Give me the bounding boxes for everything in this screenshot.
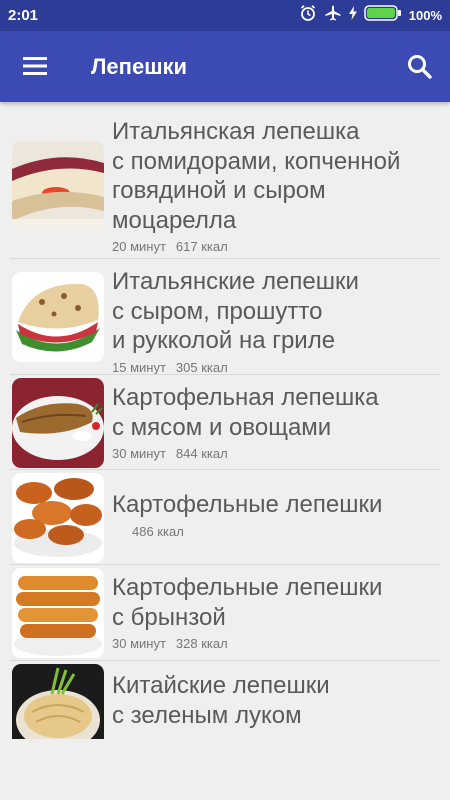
recipe-title: Картофельная лепешка с мясом и овощами xyxy=(112,384,379,441)
recipe-calories: 328 ккал xyxy=(175,636,228,651)
recipe-calories: 305 ккал xyxy=(175,359,228,375)
recipe-item[interactable]: Картофельная лепешка с мясом и овощами 3… xyxy=(0,375,450,470)
recipe-item[interactable]: Картофельные лепешки с брынзой 30 минут 3… xyxy=(0,565,450,661)
recipe-meta: 486 ккал xyxy=(112,524,442,539)
recipe-time: 20 минут xyxy=(112,239,166,254)
recipe-item[interactable]: Итальянская лепешка с помидорами, копчен… xyxy=(0,103,450,259)
page-title: Лепешки xyxy=(91,54,188,79)
potato-pancakes-photo xyxy=(12,473,104,563)
recipe-meta: 15 минут 305 ккал xyxy=(112,360,442,375)
recipe-calories: 617 ккал xyxy=(175,239,228,254)
recipe-title: Картофельные лепешки xyxy=(112,491,383,518)
app-bar: Лепешки xyxy=(0,31,450,102)
recipe-meta: 20 минут 617 ккал xyxy=(112,239,442,254)
status-time: 2:01 xyxy=(8,7,39,24)
recipe-time: 30 минут xyxy=(112,636,166,651)
potato-pancake-meat-photo xyxy=(12,378,104,468)
recipe-calories: 844 ккал xyxy=(175,446,228,461)
alarm-icon xyxy=(299,4,317,27)
menu-button[interactable] xyxy=(18,51,52,81)
hamburger-menu-icon xyxy=(18,57,52,85)
recipe-item[interactable]: Китайские лепешки с зеленым луком xyxy=(0,661,450,739)
recipe-meta xyxy=(112,734,442,739)
recipe-time: 30 минут xyxy=(112,446,166,461)
search-icon xyxy=(404,55,436,87)
battery-percent: 100% xyxy=(408,7,442,23)
potato-pancakes-cheese-photo xyxy=(12,568,104,658)
status-icons: 100% xyxy=(299,4,442,27)
battery-icon xyxy=(364,4,402,26)
status-bar: 2:01 100% xyxy=(0,0,450,31)
recipe-calories: 486 ккал xyxy=(132,523,184,539)
recipe-list[interactable]: Итальянская лепешка с помидорами, копчен… xyxy=(0,103,450,739)
grilled-flatbread-photo xyxy=(12,272,104,362)
recipe-title: Итальянская лепешка с помидорами, копчен… xyxy=(112,118,401,234)
charging-icon xyxy=(348,5,357,25)
recipe-item[interactable]: Итальянские лепешки с сыром, прошутто и … xyxy=(0,259,450,375)
recipe-time: 15 минут xyxy=(112,359,166,375)
recipe-item[interactable]: Картофельные лепешки 486 ккал xyxy=(0,470,450,565)
airplane-icon xyxy=(324,4,342,27)
recipe-title: Картофельные лепешки с брынзой xyxy=(112,574,383,631)
recipe-meta: 30 минут 844 ккал xyxy=(112,446,442,461)
chinese-scallion-pancake-photo xyxy=(12,664,104,739)
search-button[interactable] xyxy=(404,51,436,83)
recipe-title: Итальянские лепешки с сыром, прошутто и … xyxy=(112,268,359,354)
flatbread-wrap-photo xyxy=(12,141,104,231)
recipe-meta: 30 минут 328 ккал xyxy=(112,636,442,651)
recipe-title: Китайские лепешки с зеленым луком xyxy=(112,672,330,729)
